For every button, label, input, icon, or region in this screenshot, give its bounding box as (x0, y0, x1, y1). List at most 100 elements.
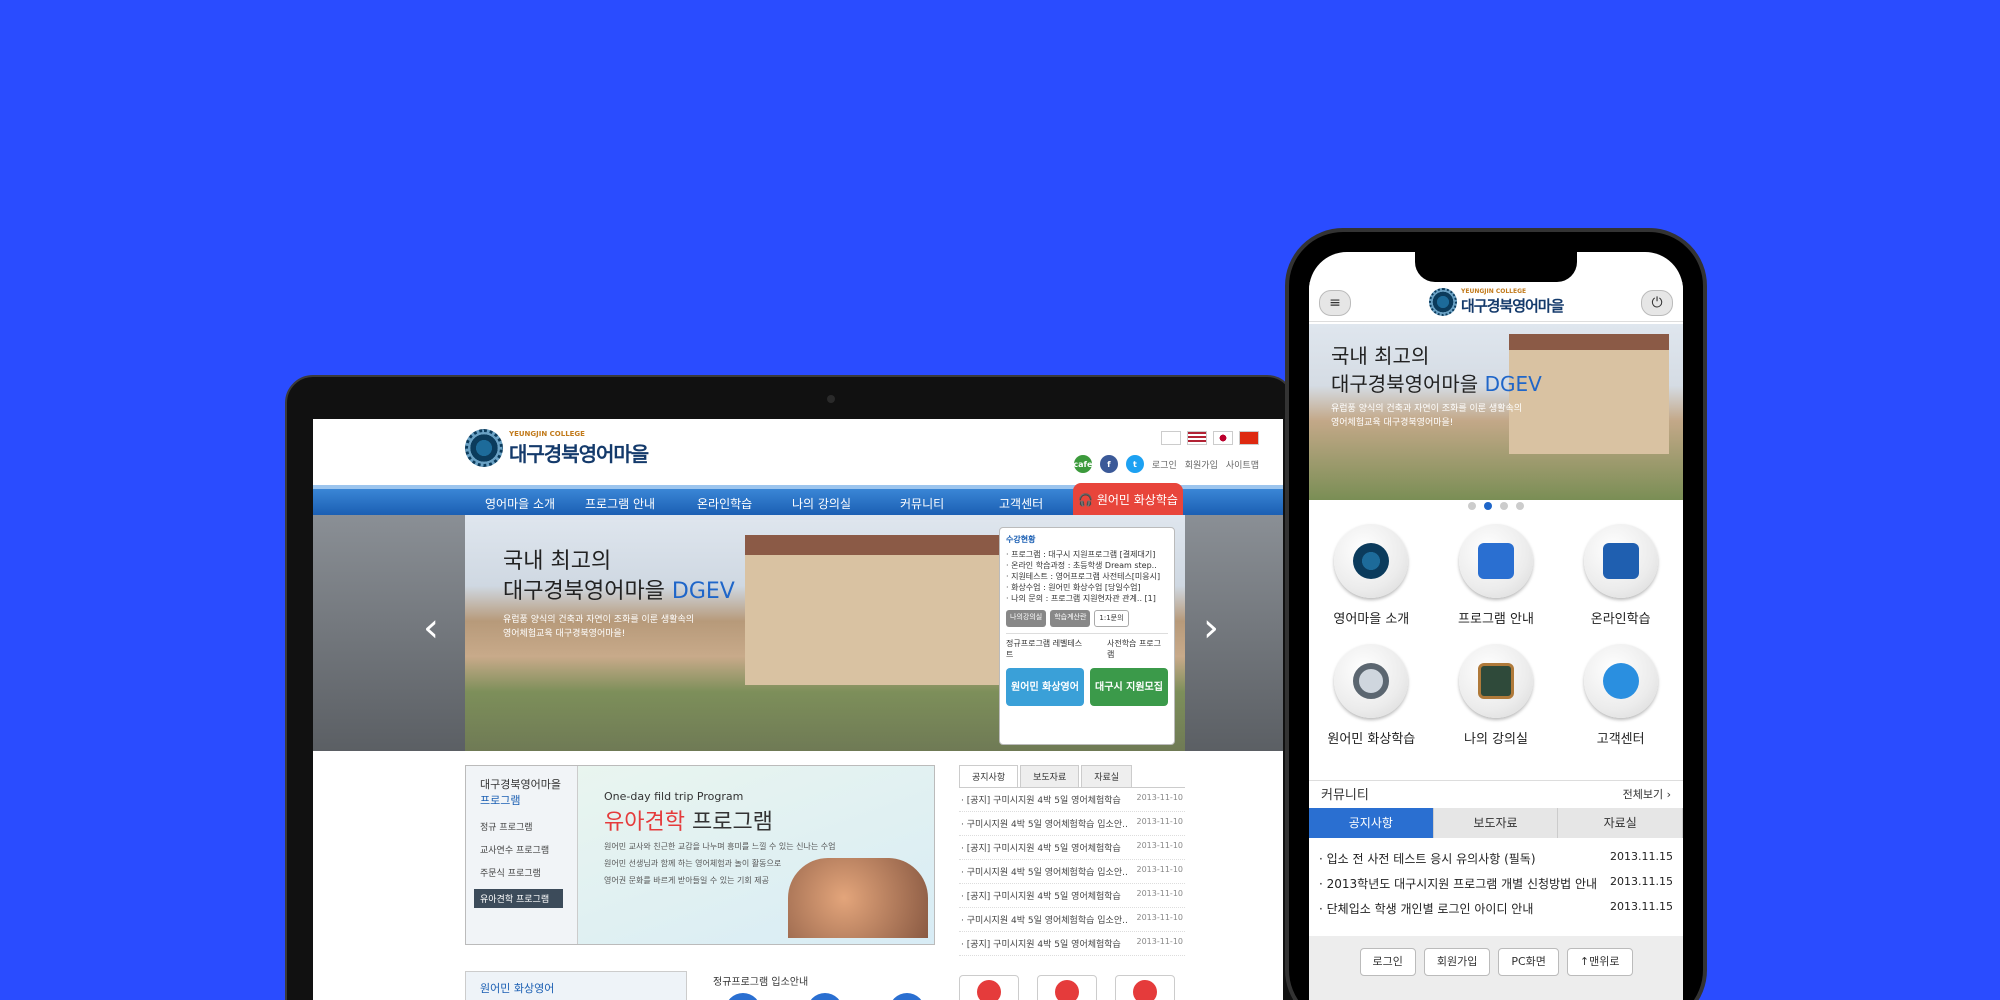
step-icon[interactable] (889, 993, 925, 1000)
prev-slide-icon[interactable]: ‹ (423, 605, 439, 651)
next-slide-icon[interactable]: › (1203, 605, 1219, 651)
menu-item-video[interactable]: 원어민 화상학습 (1309, 640, 1434, 760)
laptop-camera (827, 395, 835, 403)
japan-flag-icon[interactable] (1213, 431, 1233, 445)
status-row[interactable]: · 온라인 학습과정 : 초등학생 Dream step.. (1006, 560, 1168, 571)
chevron-right-icon: › (1663, 787, 1671, 801)
footer-pc-view-button[interactable]: PC화면 (1498, 948, 1559, 976)
program-item-custom[interactable]: 주문식 프로그램 (480, 866, 563, 879)
my-classroom-button[interactable]: 나의강의실 (1006, 610, 1047, 627)
news-title: · 구미시지원 4박 5일 영어체험학습 입소안.. (961, 820, 1128, 830)
join-link[interactable]: 회원가입 (1185, 458, 1218, 471)
nav-item-online[interactable]: 온라인학습 (697, 495, 752, 512)
program-item-regular[interactable]: 정규 프로그램 (480, 820, 563, 833)
news-row[interactable]: · [공지] 구미시지원 4박 5일 영어체험학습 2013-11-10 (959, 884, 1185, 908)
twitter-icon[interactable]: t (1125, 455, 1144, 473)
news-row[interactable]: · 구미시지원 4박 5일 영어체험학습 입소안.. 2013-11-10 (959, 908, 1185, 932)
login-link[interactable]: 로그인 (1152, 458, 1177, 471)
news-row[interactable]: · [공지] 구미시지원 4박 5일 영어체험학습 2013-11-10 (959, 836, 1185, 860)
mobile-hero-line1: 국내 최고의 (1331, 344, 1430, 368)
nav-item-program[interactable]: 프로그램 안내 (585, 495, 655, 512)
community-list: · 입소 전 사전 테스트 응시 유의사항 (필독) 2013.11.15 · 2… (1309, 846, 1683, 921)
payment-button[interactable]: 학습계산란 (1050, 610, 1091, 627)
menu-item-program[interactable]: 프로그램 안내 (1434, 520, 1559, 640)
location-icon (1133, 980, 1157, 1000)
usa-flag-icon[interactable] (1187, 431, 1207, 445)
korea-flag-icon[interactable] (1161, 431, 1181, 445)
site-logo[interactable]: YEUNGJIN COLLEGE 대구경북영어마을 (465, 429, 649, 467)
news-row[interactable]: · [공지] 구미시지원 4박 5일 영어체험학습 2013-11-10 (959, 932, 1185, 956)
mobile-hero-description: 유럽풍 양식의 건축과 자연이 조화를 이룬 생활속의 영어체험교육 대구경북영… (1331, 402, 1551, 430)
pre-study-link[interactable]: 사전학습 프로그램 (1107, 638, 1168, 660)
quick-chat-button[interactable] (1037, 975, 1097, 1000)
news-row[interactable]: · 구미시지원 4박 5일 영어체험학습 입소안.. 2013-11-10 (959, 812, 1185, 836)
nav-item-support[interactable]: 고객센터 (999, 495, 1043, 512)
carousel-dot[interactable] (1516, 502, 1524, 510)
quick-write-button[interactable] (959, 975, 1019, 1000)
status-row[interactable]: · 프로그램 : 대구시 지원프로그램 [결제대기] (1006, 549, 1168, 560)
footer-login-button[interactable]: 로그인 (1359, 948, 1416, 976)
program-item-kids[interactable]: 유아견학 프로그램 (474, 889, 563, 908)
china-flag-icon[interactable] (1239, 431, 1259, 445)
carousel-dot[interactable] (1468, 502, 1476, 510)
menu-item-support[interactable]: 고객센터 (1558, 640, 1683, 760)
main-navigation: 영어마을 소개 프로그램 안내 온라인학습 나의 강의실 커뮤니티 고객센터 🎧… (313, 483, 1283, 517)
news-title: · 구미시지원 4박 5일 영어체험학습 입소안.. (961, 868, 1128, 878)
tab-notice[interactable]: 공지사항 (1309, 808, 1434, 838)
chat-icon (1055, 980, 1079, 1000)
emblem-icon (1429, 288, 1457, 316)
tab-notice[interactable]: 공지사항 (959, 765, 1019, 787)
menu-item-online[interactable]: 온라인학습 (1558, 520, 1683, 640)
step-icon[interactable] (725, 993, 761, 1000)
cafe-icon[interactable]: cafe (1073, 455, 1092, 473)
level-test-link[interactable]: 정규프로그램 레벨테스트 (1006, 638, 1089, 660)
news-row[interactable]: · 구미시지원 4박 5일 영어체험학습 입소안.. 2013-11-10 (959, 860, 1185, 884)
status-row[interactable]: · 나의 문의 : 프로그램 지원현자관 관계.. [1] (1006, 593, 1168, 604)
program-item-teacher[interactable]: 교사연수 프로그램 (480, 843, 563, 856)
mobile-logo-subtitle: YEUNGJIN COLLEGE (1461, 288, 1527, 295)
nav-item-community[interactable]: 커뮤니티 (900, 495, 944, 512)
list-item[interactable]: · 2013학년도 대구시지원 프로그램 개별 신청방법 안내 2013.11.1… (1319, 871, 1673, 896)
hero-accent: DGEV (671, 579, 735, 604)
menu-item-classroom[interactable]: 나의 강의실 (1434, 640, 1559, 760)
language-flags (1161, 431, 1259, 445)
news-date: 2013-11-10 (1136, 889, 1184, 898)
news-row[interactable]: · [공지] 구미시지원 4박 5일 영어체험학습 2013-11-10 (959, 788, 1185, 812)
carousel-dot-active[interactable] (1484, 502, 1492, 510)
nav-item-intro[interactable]: 영어마을 소개 (485, 495, 555, 512)
list-item[interactable]: · 입소 전 사전 테스트 응시 유의사항 (필독) 2013.11.15 (1319, 846, 1673, 871)
desktop-screen: YEUNGJIN COLLEGE 대구경북영어마을 cafe f t 로그인 회… (313, 419, 1283, 1000)
program-kr-title: 유아견학 프로그램 (604, 804, 773, 836)
view-all-link[interactable]: 전체보기 › (1623, 786, 1671, 802)
mobile-hero-desc-line2: 영어체험교육 대구경북영어마을! (1331, 418, 1454, 428)
menu-item-intro[interactable]: 영어마을 소개 (1309, 520, 1434, 640)
footer-top-button[interactable]: ↑맨위로 (1566, 948, 1633, 976)
tab-archive[interactable]: 자료실 (1081, 765, 1133, 787)
power-icon[interactable]: ⏻ (1641, 290, 1673, 316)
quick-location-button[interactable] (1115, 975, 1175, 1000)
mobile-logo[interactable]: YEUNGJIN COLLEGE 대구경북영어마을 (1429, 288, 1564, 316)
nav-item-classroom[interactable]: 나의 강의실 (792, 495, 851, 512)
tab-press[interactable]: 보도자료 (1020, 765, 1080, 787)
inquiry-button[interactable]: 1:1문의 (1094, 610, 1129, 627)
video-lesson-box[interactable]: 원어민 화상영어 (465, 971, 687, 1000)
footer-join-button[interactable]: 회원가입 (1423, 948, 1491, 976)
sitemap-link[interactable]: 사이트맵 (1226, 458, 1259, 471)
news-board: 공지사항 보도자료 자료실 · [공지] 구미시지원 4박 5일 영어체험학습 2… (959, 765, 1185, 956)
list-item[interactable]: · 단체입소 학생 개인별 로그인 아이디 안내 2013.11.15 (1319, 896, 1673, 921)
menu-icon[interactable]: ≡ (1319, 290, 1351, 316)
tab-archive[interactable]: 자료실 (1558, 808, 1683, 838)
daegu-support-banner[interactable]: 대구시 지원모집 (1090, 668, 1168, 706)
mobile-hero-line2: 대구경북영어마을 (1331, 372, 1479, 396)
status-row[interactable]: · 화상수업 : 원어민 화상수업 [당일수업] (1006, 582, 1168, 593)
menu-item-label: 프로그램 안내 (1458, 612, 1534, 627)
tab-press[interactable]: 보도자료 (1433, 808, 1559, 838)
carousel-dot[interactable] (1500, 502, 1508, 510)
mobile-hero: 국내 최고의 대구경북영어마을 DGEV 유럽풍 양식의 건축과 자연이 조화를… (1309, 324, 1683, 500)
facebook-icon[interactable]: f (1099, 455, 1118, 473)
step-icon[interactable] (807, 993, 843, 1000)
status-row[interactable]: · 지원테스트 : 영어프로그램 사전테스[미응시] (1006, 571, 1168, 582)
video-english-banner[interactable]: 원어민 화상영어 (1006, 668, 1084, 706)
community-tabs: 공지사항 보도자료 자료실 (1309, 808, 1683, 838)
nav-video-lesson-button[interactable]: 🎧 원어민 화상학습 (1073, 483, 1183, 517)
